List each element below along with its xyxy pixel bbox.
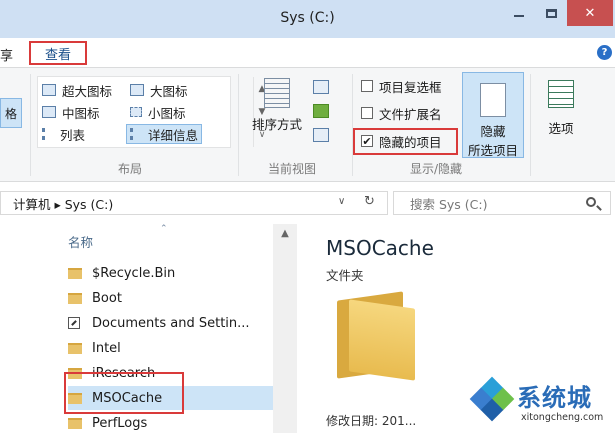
- group-by-icon[interactable]: [313, 80, 329, 94]
- preview-name: MSOCache: [326, 236, 434, 260]
- ribbon-separator: [352, 74, 353, 176]
- ribbon-separator: [530, 74, 531, 176]
- details-icon: [130, 128, 142, 140]
- menu-bar: 享 查看 ?: [0, 38, 615, 68]
- ribbon-view: 格 超大图标 大图标 中图标 小图标 列表 详细信息 ▲ ▼ ⊽ 布局 排序方式 当…: [0, 68, 615, 182]
- tab-view[interactable]: 查看: [29, 41, 87, 65]
- preview-pane: MSOCache 文件夹 修改日期: 201... 系统城 xitongchen…: [305, 224, 615, 433]
- sort-icon: [264, 78, 290, 108]
- sort-by-label: 排序方式: [251, 117, 302, 132]
- sort-ascending-icon: ⌃: [160, 224, 168, 234]
- watermark-site: xitongcheng.com: [521, 412, 604, 423]
- preview-modified: 修改日期: 201...: [326, 414, 417, 428]
- group-label-layout: 布局: [118, 162, 143, 176]
- minimize-icon: [514, 15, 524, 17]
- options-label: 选项: [548, 121, 574, 136]
- list-item[interactable]: Documents and Settin...: [68, 311, 273, 335]
- list-item[interactable]: $Recycle.Bin: [68, 261, 273, 285]
- list-item[interactable]: PerfLogs: [68, 411, 273, 433]
- search-input[interactable]: 搜索 Sys (C:): [393, 191, 611, 215]
- large-folder-icon: [337, 290, 415, 381]
- shortcut-icon: [68, 317, 80, 329]
- address-bar[interactable]: 计算机 ▸ Sys (C:): [0, 191, 388, 215]
- ribbon-separator: [30, 74, 31, 176]
- watermark: 系统城 xitongcheng.com: [467, 374, 615, 430]
- list-item[interactable]: Boot: [68, 286, 273, 310]
- highlight-frame-msocache: [64, 372, 184, 414]
- size-columns-icon[interactable]: [313, 128, 329, 142]
- address-dropdown-icon[interactable]: ∨: [338, 196, 345, 207]
- maximize-icon: [545, 8, 557, 18]
- layout-large-icons[interactable]: 大图标: [130, 80, 188, 100]
- address-path: 计算机 ▸ Sys (C:): [13, 196, 114, 212]
- refresh-icon[interactable]: ↻: [364, 194, 375, 209]
- minimize-button[interactable]: [503, 0, 535, 26]
- scroll-up-arrow-icon[interactable]: ▲: [273, 228, 297, 239]
- layout-small-icons[interactable]: 小图标: [130, 102, 186, 122]
- medium-icons-icon: [42, 106, 56, 118]
- highlight-frame-hidden-items: [353, 128, 458, 155]
- folder-icon: [68, 342, 82, 354]
- folder-icon: [68, 417, 82, 429]
- help-icon[interactable]: ?: [597, 45, 612, 60]
- layout-list[interactable]: 列表: [42, 124, 85, 144]
- hide-selected-icon: [480, 83, 506, 117]
- list-item[interactable]: Intel: [68, 336, 273, 360]
- large-icons-icon: [130, 84, 144, 96]
- list-icon: [42, 128, 54, 140]
- file-extensions-checkbox[interactable]: [361, 107, 373, 119]
- layout-gallery: 超大图标 大图标 中图标 小图标 列表 详细信息 ▲ ▼ ⊽: [37, 76, 265, 148]
- layout-medium-icons[interactable]: 中图标: [42, 102, 100, 122]
- preview-kind: 文件夹: [326, 268, 364, 283]
- layout-extra-large-icons[interactable]: 超大图标: [42, 80, 112, 100]
- add-columns-icon[interactable]: [313, 104, 329, 118]
- extra-large-icons-icon: [42, 84, 56, 96]
- hide-selected-label-2: 所选项目: [467, 143, 518, 158]
- close-icon: ✕: [584, 5, 596, 21]
- item-checkboxes-toggle[interactable]: 项目复选框: [361, 76, 442, 96]
- search-icon[interactable]: [586, 197, 596, 207]
- item-checkboxes-checkbox[interactable]: [361, 80, 373, 92]
- folder-icon: [68, 292, 82, 304]
- address-row: 计算机 ▸ Sys (C:) ∨ ↻ 搜索 Sys (C:): [0, 182, 615, 224]
- folder-icon: [68, 267, 82, 279]
- tab-view-label: 查看: [44, 47, 71, 63]
- layout-details[interactable]: 详细信息: [126, 124, 203, 144]
- sort-by-button[interactable]: 排序方式: [248, 76, 306, 148]
- watermark-logo-icon: [469, 376, 515, 422]
- details-pane-button[interactable]: 格: [0, 98, 22, 128]
- ribbon-separator: [238, 74, 239, 176]
- group-label-current-view: 当前视图: [268, 162, 317, 176]
- hide-selected-items-button[interactable]: 隐藏 所选项目: [462, 72, 524, 158]
- tab-share[interactable]: 享: [0, 45, 13, 64]
- close-button[interactable]: ✕: [567, 0, 613, 26]
- file-list-scrollbar[interactable]: ▲: [273, 224, 297, 433]
- maximize-button[interactable]: [535, 0, 567, 26]
- group-label-show-hide: 显示/隐藏: [410, 162, 463, 176]
- title-bar: Sys (C:) ✕: [0, 0, 615, 38]
- column-header-name[interactable]: 名称: [68, 232, 93, 251]
- options-button[interactable]: 选项: [540, 76, 582, 148]
- file-extensions-toggle[interactable]: 文件扩展名: [361, 103, 442, 123]
- search-placeholder: 搜索 Sys (C:): [410, 196, 488, 212]
- hide-selected-label-1: 隐藏: [480, 124, 506, 139]
- small-icons-icon: [130, 107, 142, 117]
- options-icon: [548, 80, 574, 108]
- watermark-brand: 系统城: [517, 384, 592, 412]
